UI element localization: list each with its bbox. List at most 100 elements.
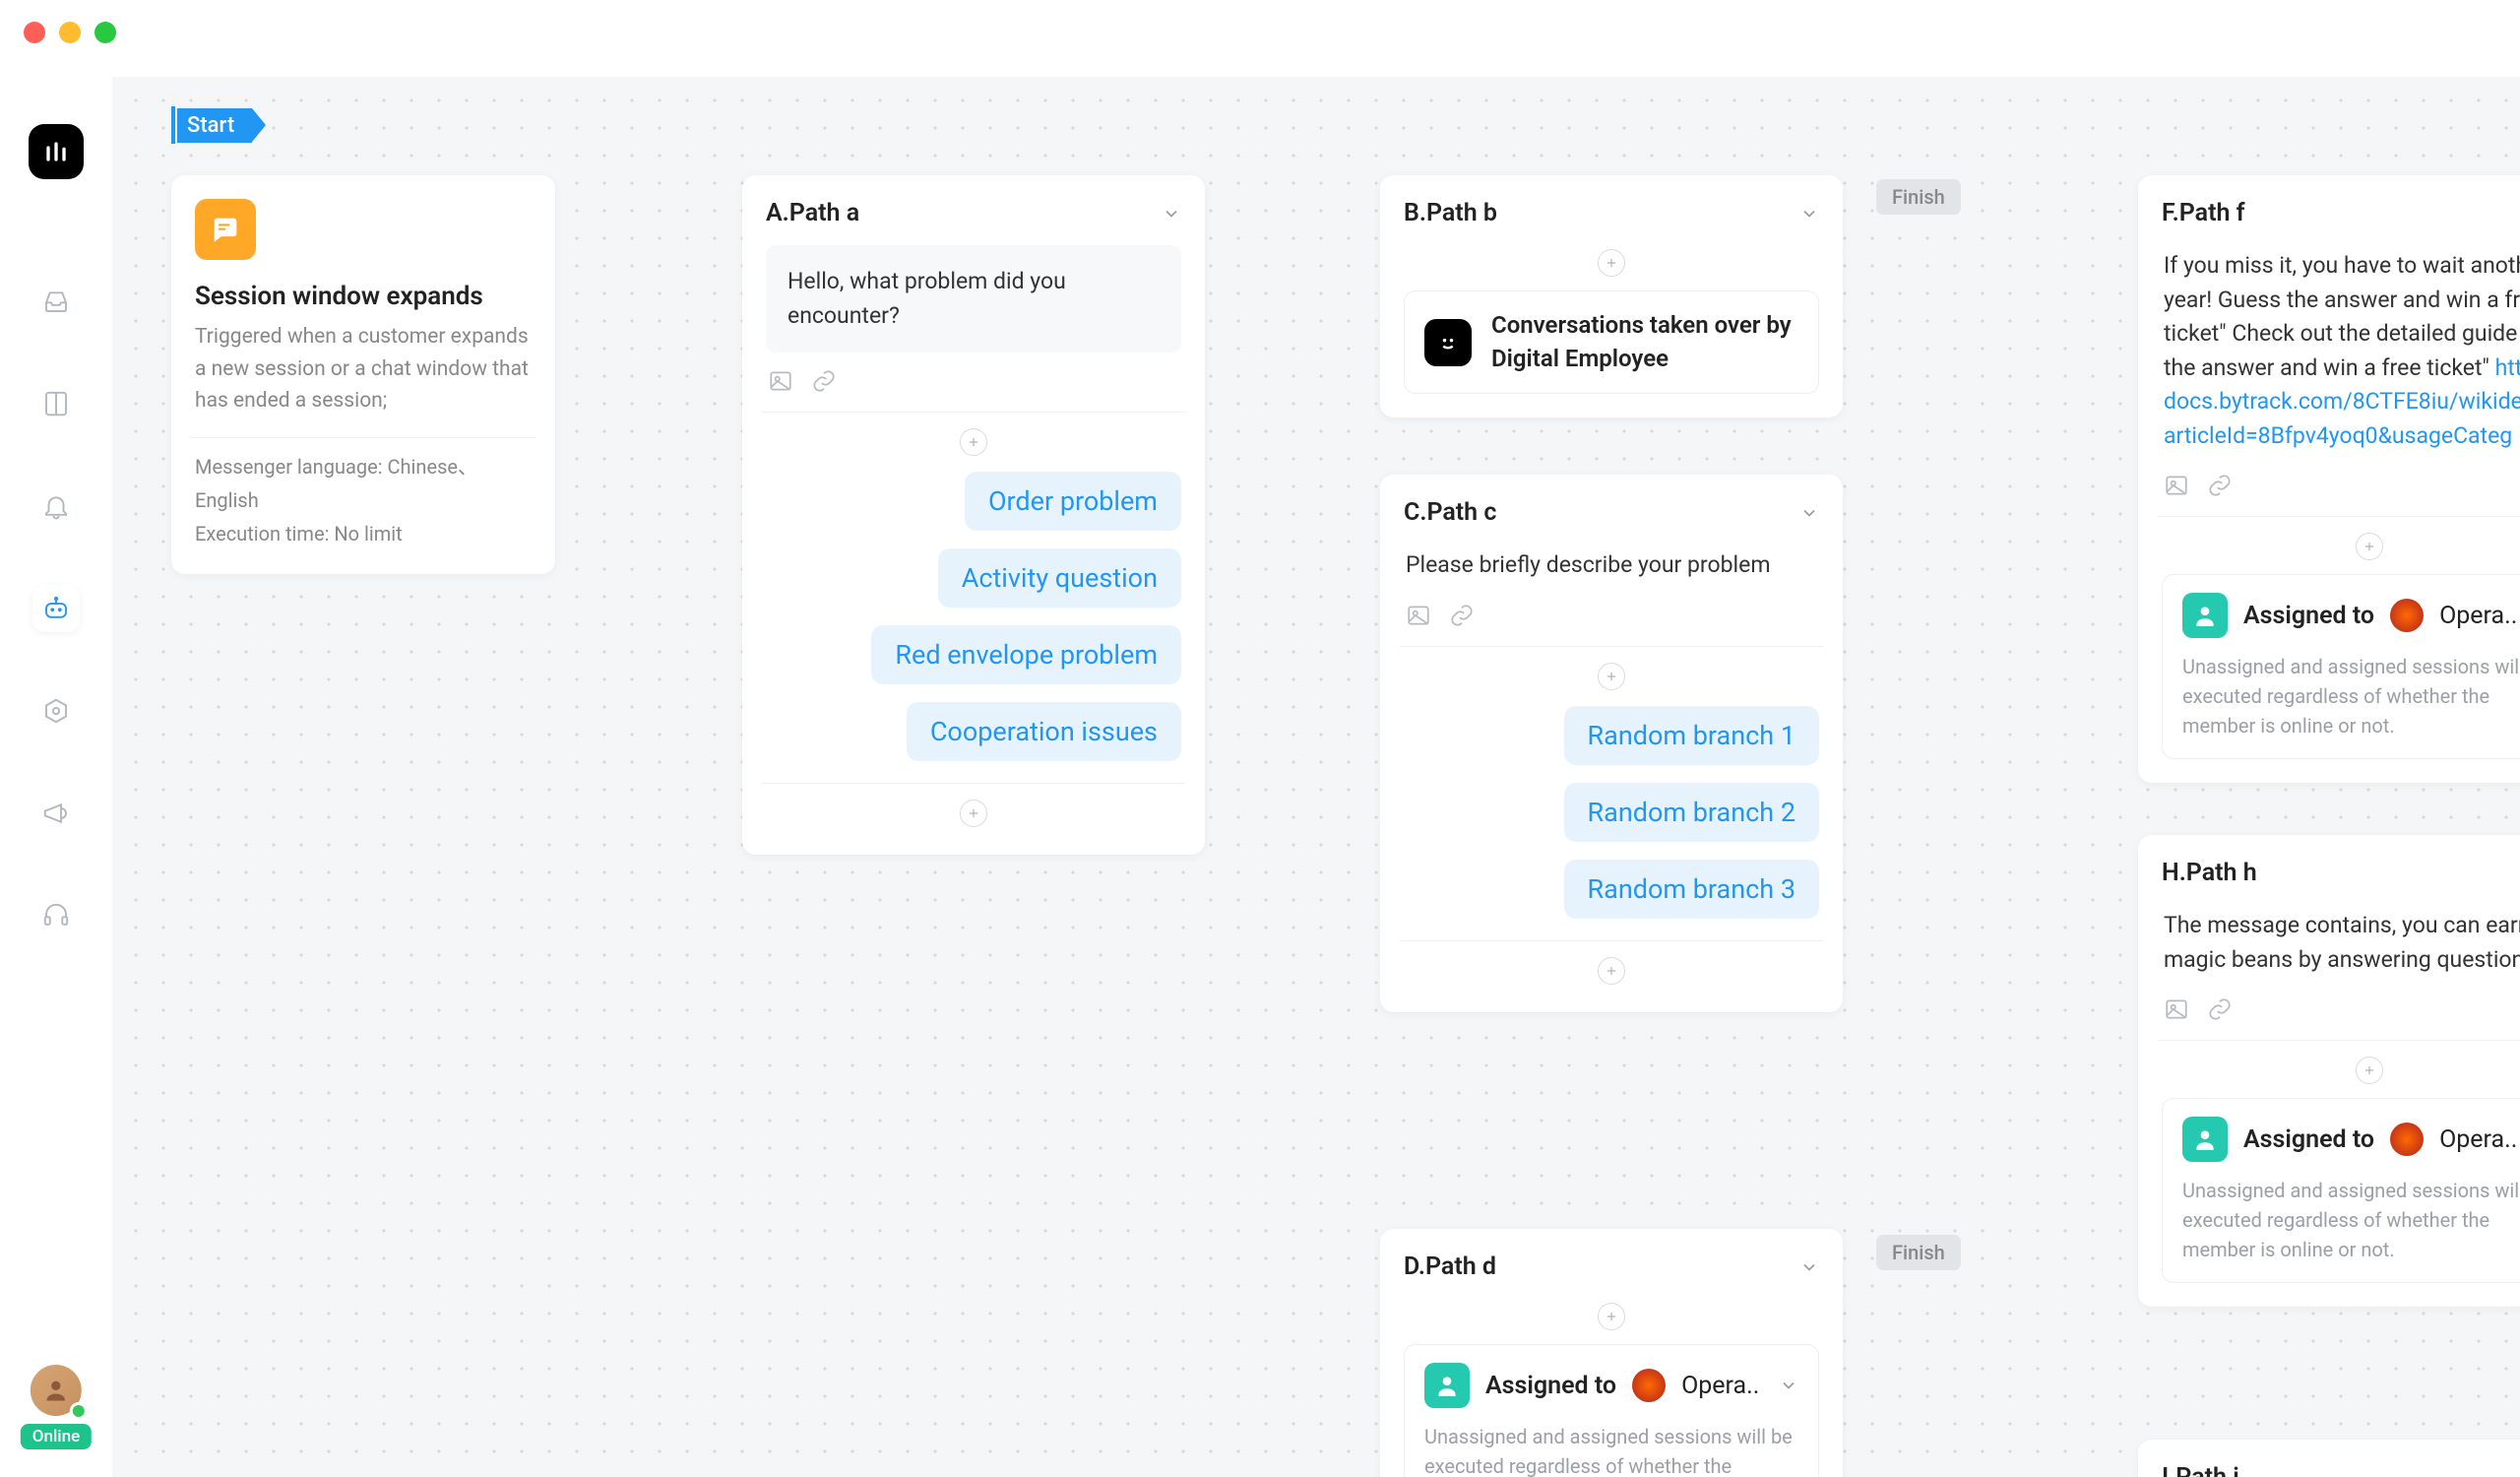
add-button[interactable] <box>1598 1303 1625 1330</box>
image-icon[interactable] <box>768 368 793 394</box>
link-icon[interactable] <box>811 368 837 394</box>
assigned-label: Assigned to <box>1485 1372 1616 1400</box>
image-icon[interactable] <box>1406 603 1431 628</box>
assigned-card[interactable]: Assigned to Opera.. Unassigned and assig… <box>2162 1098 2520 1283</box>
trigger-lang: Messenger language: Chinese、English <box>195 450 532 517</box>
attach-row <box>2162 995 2520 1028</box>
opera-badge-icon <box>2390 599 2424 632</box>
hexagon-icon <box>41 696 71 726</box>
sidebar-item-notifications[interactable] <box>32 482 80 530</box>
option-branch-3[interactable]: Random branch 3 <box>1564 860 1820 919</box>
assigned-note: Unassigned and assigned sessions will be… <box>2182 652 2520 740</box>
add-button[interactable] <box>1598 663 1625 690</box>
image-icon[interactable] <box>2164 996 2189 1022</box>
headset-icon <box>41 901 71 931</box>
window-controls <box>24 22 116 43</box>
megaphone-icon <box>41 799 71 828</box>
link-icon[interactable] <box>2207 996 2233 1022</box>
add-button[interactable] <box>2356 1057 2383 1084</box>
path-a-message[interactable]: Hello, what problem did you encounter? <box>766 245 1181 353</box>
chevron-down-icon[interactable] <box>1162 204 1181 224</box>
digital-text: Conversations taken over by Digital Empl… <box>1491 309 1798 375</box>
attach-row <box>2162 471 2520 504</box>
window-close[interactable] <box>24 22 45 43</box>
online-badge: Online <box>21 1424 92 1449</box>
add-button[interactable] <box>960 428 987 456</box>
option-cooperation[interactable]: Cooperation issues <box>907 702 1181 761</box>
option-branch-1[interactable]: Random branch 1 <box>1564 706 1820 765</box>
add-button[interactable] <box>1598 249 1625 277</box>
person-icon <box>1424 1363 1470 1408</box>
path-d-card[interactable]: D.Path d Assigned to Opera.. Unassigned … <box>1380 1229 1843 1477</box>
assigned-label: Assigned to <box>2243 602 2374 630</box>
assigned-value: Opera.. <box>2439 1125 2517 1154</box>
path-f-title: F.Path f <box>2162 199 2245 227</box>
robot-icon <box>1424 319 1472 366</box>
option-order-problem[interactable]: Order problem <box>965 472 1181 531</box>
sidebar-item-support[interactable] <box>32 892 80 939</box>
image-icon[interactable] <box>2164 473 2189 498</box>
app-logo[interactable] <box>29 124 84 179</box>
opera-badge-icon <box>1632 1369 1666 1402</box>
path-f-message[interactable]: If you miss it, you have to wait another… <box>2162 245 2520 457</box>
assigned-card[interactable]: Assigned to Opera.. Unassigned and assig… <box>1404 1344 1819 1477</box>
link-icon[interactable] <box>2207 473 2233 498</box>
sidebar-item-bot[interactable] <box>32 585 80 632</box>
path-c-message[interactable]: Please briefly describe your problem <box>1404 545 1819 587</box>
opera-badge-icon <box>2390 1123 2424 1156</box>
bell-icon <box>41 491 71 521</box>
path-c-options: Random branch 1 Random branch 2 Random b… <box>1404 706 1819 919</box>
inbox-icon <box>41 287 71 316</box>
option-activity-question[interactable]: Activity question <box>938 548 1181 608</box>
trigger-desc: Triggered when a customer expands a new … <box>195 321 532 417</box>
path-h-title: H.Path h <box>2162 859 2257 887</box>
path-i-title: I.Path i <box>2162 1463 2239 1477</box>
attach-row <box>766 366 1181 400</box>
logo-icon <box>40 136 72 167</box>
presence-dot <box>70 1402 88 1420</box>
finish-badge: Finish <box>1876 1235 1961 1270</box>
add-button[interactable] <box>1598 957 1625 985</box>
trigger-time: Execution time: No limit <box>195 517 532 550</box>
sidebar-item-settings[interactable] <box>32 687 80 735</box>
start-flag: Start <box>171 106 252 144</box>
window-maximize[interactable] <box>94 22 116 43</box>
finish-badge: Finish <box>1876 179 1961 215</box>
sidebar-bottom: Online <box>21 1365 92 1449</box>
path-f-card[interactable]: F.Path f If you miss it, you have to wai… <box>2138 175 2520 783</box>
path-b-title: B.Path b <box>1404 199 1497 227</box>
chevron-down-icon[interactable] <box>1799 503 1819 523</box>
sidebar-item-inbox[interactable] <box>32 278 80 325</box>
digital-employee-row[interactable]: Conversations taken over by Digital Empl… <box>1404 290 1819 394</box>
start-label: Start <box>177 108 252 143</box>
path-i-card[interactable]: I.Path i <box>2138 1440 2520 1477</box>
flow-canvas[interactable]: Start Session window expands Triggered w… <box>112 77 2520 1477</box>
person-icon <box>2182 593 2228 638</box>
add-button[interactable] <box>960 800 987 827</box>
assigned-card[interactable]: Assigned to Opera.. Unassigned and assig… <box>2162 574 2520 759</box>
path-h-card[interactable]: H.Path h The message contains, you can e… <box>2138 835 2520 1307</box>
chevron-down-icon[interactable] <box>1799 1257 1819 1277</box>
sidebar-item-docs[interactable] <box>32 380 80 427</box>
sidebar-nav <box>32 278 80 939</box>
option-red-envelope[interactable]: Red envelope problem <box>871 625 1181 684</box>
path-a-card[interactable]: A.Path a Hello, what problem did you enc… <box>742 175 1205 855</box>
path-h-message[interactable]: The message contains, you can earn magic… <box>2162 905 2520 981</box>
link-icon[interactable] <box>1449 603 1475 628</box>
sidebar: Online <box>0 77 112 1477</box>
path-d-title: D.Path d <box>1404 1252 1496 1281</box>
path-c-card[interactable]: C.Path c Please briefly describe your pr… <box>1380 475 1843 1012</box>
path-b-card[interactable]: B.Path b Conversations taken over by Dig… <box>1380 175 1843 417</box>
chevron-down-icon[interactable] <box>1799 204 1819 224</box>
assigned-note: Unassigned and assigned sessions will be… <box>2182 1176 2520 1264</box>
user-avatar[interactable] <box>31 1365 82 1416</box>
window-minimize[interactable] <box>59 22 81 43</box>
option-branch-2[interactable]: Random branch 2 <box>1564 783 1820 842</box>
path-a-title: A.Path a <box>766 199 859 227</box>
chevron-down-icon[interactable] <box>1779 1376 1798 1395</box>
trigger-card[interactable]: Session window expands Triggered when a … <box>171 175 555 574</box>
avatar-icon <box>42 1377 70 1404</box>
person-icon <box>2182 1117 2228 1162</box>
sidebar-item-broadcast[interactable] <box>32 790 80 837</box>
add-button[interactable] <box>2356 533 2383 560</box>
